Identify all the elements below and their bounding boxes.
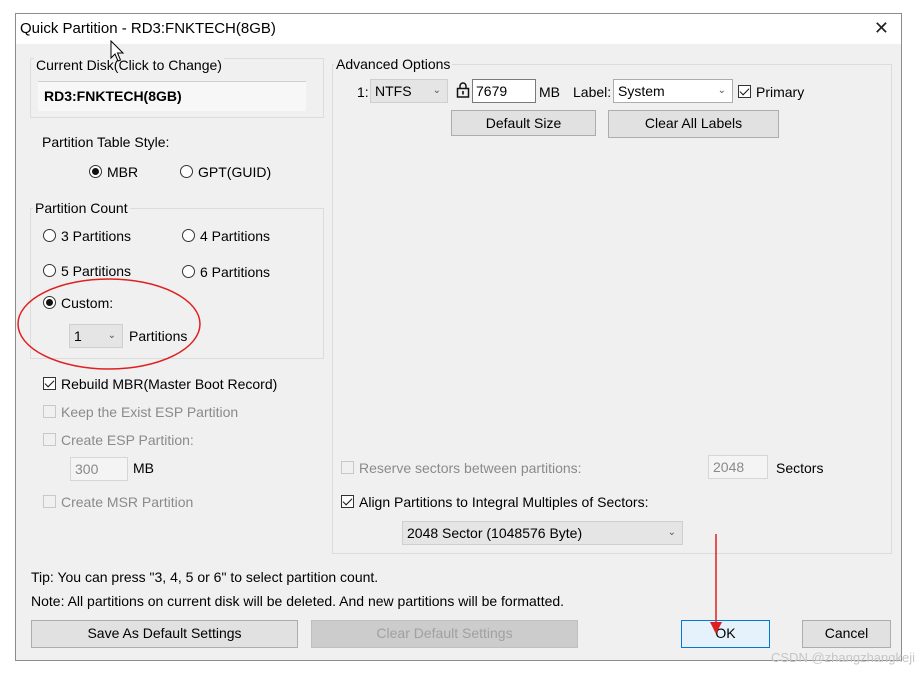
3-partitions-label: 3 Partitions — [61, 228, 132, 244]
rebuild-mbr-label: Rebuild MBR(Master Boot Record) — [61, 376, 278, 392]
create-esp-checkbox[interactable] — [43, 433, 56, 446]
current-disk-value[interactable]: RD3:FNKTECH(8GB) — [38, 81, 306, 111]
note-text: Note: All partitions on current disk wil… — [31, 593, 565, 609]
4-partitions-label: 4 Partitions — [200, 228, 271, 244]
lock-icon[interactable] — [456, 82, 470, 98]
reserve-sectors-unit: Sectors — [776, 460, 824, 476]
volume-label-value: System — [618, 83, 665, 99]
default-size-button[interactable]: Default Size — [451, 110, 596, 136]
clear-all-labels-button[interactable]: Clear All Labels — [608, 110, 779, 138]
tip-text: Tip: You can press "3, 4, 5 or 6" to sel… — [31, 569, 379, 585]
mouse-cursor-icon — [110, 40, 125, 62]
advanced-options-label: Advanced Options — [334, 56, 453, 72]
reserve-sectors-label: Reserve sectors between partitions: — [359, 460, 582, 476]
reserve-sectors-input[interactable]: 2048 — [708, 455, 768, 479]
primary-checkbox[interactable] — [738, 85, 751, 98]
align-sector-value: 2048 Sector (1048576 Byte) — [407, 525, 583, 541]
rebuild-mbr-checkbox[interactable] — [43, 377, 56, 390]
align-partitions-label: Align Partitions to Integral Multiples o… — [359, 494, 649, 510]
reserve-sectors-checkbox[interactable] — [341, 461, 354, 474]
partition-size-unit: MB — [539, 84, 560, 100]
partition-size-input[interactable]: 7679 — [472, 79, 536, 103]
mbr-label: MBR — [107, 164, 139, 180]
align-partitions-checkbox[interactable] — [341, 495, 354, 508]
create-esp-label: Create ESP Partition: — [61, 432, 194, 448]
quick-partition-dialog: Quick Partition - RD3:FNKTECH(8GB) ✕ Cur… — [15, 13, 902, 661]
gpt-label: GPT(GUID) — [198, 164, 272, 180]
gpt-radio[interactable] — [180, 165, 193, 178]
save-as-default-button[interactable]: Save As Default Settings — [31, 620, 298, 648]
chevron-down-icon: ⌄ — [432, 85, 441, 96]
volume-label-select[interactable]: System ⌄ — [613, 79, 733, 103]
4-partitions-radio[interactable] — [182, 229, 195, 242]
label-caption: Label: — [573, 84, 612, 100]
watermark-text: CSDN @zhangzhangkeji — [771, 650, 915, 665]
title-bar: Quick Partition - RD3:FNKTECH(8GB) ✕ — [16, 14, 901, 44]
filesystem-select[interactable]: NTFS ⌄ — [370, 79, 448, 103]
keep-esp-checkbox[interactable] — [43, 405, 56, 418]
chevron-down-icon: ⌄ — [717, 85, 726, 96]
partition-table-style-label: Partition Table Style: — [42, 134, 170, 150]
clear-default-button[interactable]: Clear Default Settings — [311, 620, 578, 648]
esp-size-input[interactable]: 300 — [70, 457, 128, 481]
annotation-arrow — [710, 534, 722, 634]
primary-label: Primary — [756, 84, 805, 100]
cancel-button[interactable]: Cancel — [802, 620, 891, 648]
window-title: Quick Partition - RD3:FNKTECH(8GB) — [20, 20, 276, 37]
filesystem-value: NTFS — [375, 83, 412, 99]
esp-size-unit: MB — [133, 460, 154, 476]
mbr-radio[interactable] — [89, 165, 102, 178]
create-msr-label: Create MSR Partition — [61, 494, 194, 510]
chevron-down-icon: ⌄ — [667, 527, 676, 538]
annotation-ellipse — [17, 278, 201, 370]
current-disk-label: Current Disk(Click to Change) — [34, 57, 224, 73]
create-msr-checkbox[interactable] — [43, 495, 56, 508]
align-sector-select[interactable]: 2048 Sector (1048576 Byte) ⌄ — [402, 521, 683, 545]
partition-row-index: 1: — [357, 84, 369, 100]
close-icon[interactable]: ✕ — [874, 17, 889, 39]
keep-esp-label: Keep the Exist ESP Partition — [61, 404, 239, 420]
3-partitions-radio[interactable] — [43, 229, 56, 242]
partition-count-label: Partition Count — [33, 200, 130, 216]
